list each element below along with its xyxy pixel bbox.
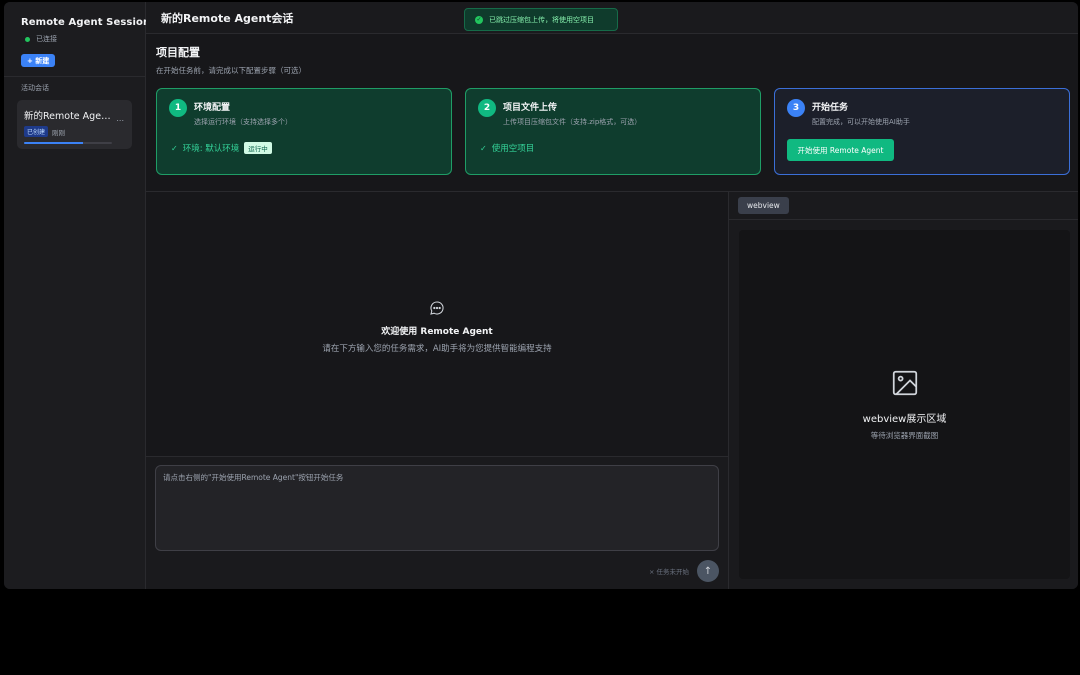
step-result-text: 环境: 默认环境 (182, 144, 240, 154)
step-desc: 配置完成，可以开始使用AI助手 (812, 118, 910, 126)
step-title: 项目文件上传 (503, 103, 558, 113)
chat-panel: 欢迎使用 Remote Agent 请在下方输入您的任务需求，AI助手将为您提供… (146, 192, 729, 589)
check-icon: ✓ (480, 143, 487, 153)
start-remote-agent-button[interactable]: 开始使用 Remote Agent (787, 139, 894, 161)
session-title: 新的Remote Agent会话 (24, 111, 116, 122)
step-result-text: 使用空项目 (491, 144, 535, 154)
step-header: 2 项目文件上传 上传项目压缩包文件（支持.zip格式，可选） (478, 99, 748, 127)
composer: × 任务未开始 ↑ (146, 457, 728, 589)
session-progress (24, 142, 112, 144)
status-dot-icon (25, 36, 30, 42)
task-status: × 任务未开始 (648, 568, 689, 576)
step-title: 开始任务 (812, 103, 849, 113)
connection-status: 已连接 (21, 34, 145, 44)
config-steps: 1 环境配置 选择运行环境（支持选择多个） ✓ 环境: 默认环境 运行中 2 项… (156, 88, 1070, 175)
session-item[interactable]: 新的Remote Agent会话 ... 已创建 刚刚 (17, 100, 132, 149)
sidebar-title: Remote Agent Sessions (21, 17, 157, 28)
toast-message: 已跳过压缩包上传，将使用空项目 (489, 15, 594, 24)
step-start-task: 3 开始任务 配置完成，可以开始使用AI助手 开始使用 Remote Agent (774, 88, 1070, 175)
chat-bubble-icon (430, 301, 444, 315)
tab-webview[interactable]: webview (738, 197, 789, 214)
welcome-panel: 欢迎使用 Remote Agent 请在下方输入您的任务需求，AI助手将为您提供… (146, 192, 728, 457)
session-more-icon[interactable]: ... (116, 114, 124, 123)
sidebar: Remote Agent Sessions 已连接 + 新建 活动会话 新的Re… (4, 2, 157, 589)
connection-status-text: 已连接 (36, 35, 57, 43)
toast-notification: ✓ 已跳过压缩包上传，将使用空项目 (464, 8, 618, 31)
step-desc: 选择运行环境（支持选择多个） (194, 118, 292, 126)
webview-display-area: webview展示区域 等待浏览器界面截图 (739, 230, 1070, 579)
welcome-text: 请在下方输入您的任务需求，AI助手将为您提供智能编程支持 (322, 344, 552, 355)
webview-panel: webview webview展示区域 等待浏览器界面截图 (729, 192, 1078, 589)
arrow-up-icon: ↑ (703, 565, 713, 577)
step-title: 环境配置 (194, 103, 231, 113)
step-number: 3 (787, 99, 805, 117)
step-text: 项目文件上传 上传项目压缩包文件（支持.zip格式，可选） (503, 99, 641, 127)
composer-footer: × 任务未开始 ↑ (649, 560, 719, 582)
step-header: 1 环境配置 选择运行环境（支持选择多个） (169, 99, 439, 127)
step-text: 开始任务 配置完成，可以开始使用AI助手 (812, 99, 910, 127)
step-environment[interactable]: 1 环境配置 选择运行环境（支持选择多个） ✓ 环境: 默认环境 运行中 (156, 88, 452, 175)
webview-subtitle: 等待浏览器界面截图 (870, 431, 939, 440)
config-title: 项目配置 (156, 46, 200, 59)
step-file-upload[interactable]: 2 项目文件上传 上传项目压缩包文件（支持.zip格式，可选） ✓ 使用空项目 (465, 88, 761, 175)
step-text: 环境配置 选择运行环境（支持选择多个） (194, 99, 292, 127)
step-header: 3 开始任务 配置完成，可以开始使用AI助手 (787, 99, 1057, 127)
task-input[interactable] (155, 465, 719, 551)
step-result: ✓ 使用空项目 (478, 142, 748, 155)
workspace: 欢迎使用 Remote Agent 请在下方输入您的任务需求，AI助手将为您提供… (146, 192, 1078, 589)
sidebar-header: Remote Agent Sessions 已连接 + 新建 (4, 2, 157, 67)
session-meta: 已创建 刚刚 (24, 126, 125, 137)
session-time: 刚刚 (52, 128, 66, 137)
main-area: 新的Remote Agent会话 ✓ 已跳过压缩包上传，将使用空项目 项目配置 … (146, 2, 1078, 589)
webview-title: webview展示区域 (862, 414, 947, 425)
step-number: 1 (169, 99, 187, 117)
check-circle-icon: ✓ (475, 15, 483, 24)
welcome-title: 欢迎使用 Remote Agent (381, 327, 493, 338)
page-title: 新的Remote Agent会话 (161, 11, 294, 25)
send-button[interactable]: ↑ (697, 560, 719, 582)
step-desc: 上传项目压缩包文件（支持.zip格式，可选） (503, 118, 642, 126)
check-icon: ✓ (171, 143, 178, 153)
active-sessions-label: 活动会话 (21, 84, 49, 92)
webview-tabs: webview (729, 192, 1078, 220)
project-config: 项目配置 在开始任务前，请完成以下配置步骤（可选） 1 环境配置 选择运行环境（… (146, 34, 1078, 192)
app-window: Remote Agent Sessions 已连接 + 新建 活动会话 新的Re… (4, 2, 1078, 589)
config-subtitle: 在开始任务前，请完成以下配置步骤（可选） (156, 66, 306, 75)
new-session-button[interactable]: + 新建 (21, 54, 56, 67)
step-result: ✓ 环境: 默认环境 运行中 (169, 142, 439, 154)
step-number: 2 (478, 99, 496, 117)
session-status-badge: 已创建 (24, 126, 49, 137)
running-badge: 运行中 (244, 142, 272, 154)
image-icon (892, 370, 917, 396)
session-progress-fill (24, 142, 83, 144)
